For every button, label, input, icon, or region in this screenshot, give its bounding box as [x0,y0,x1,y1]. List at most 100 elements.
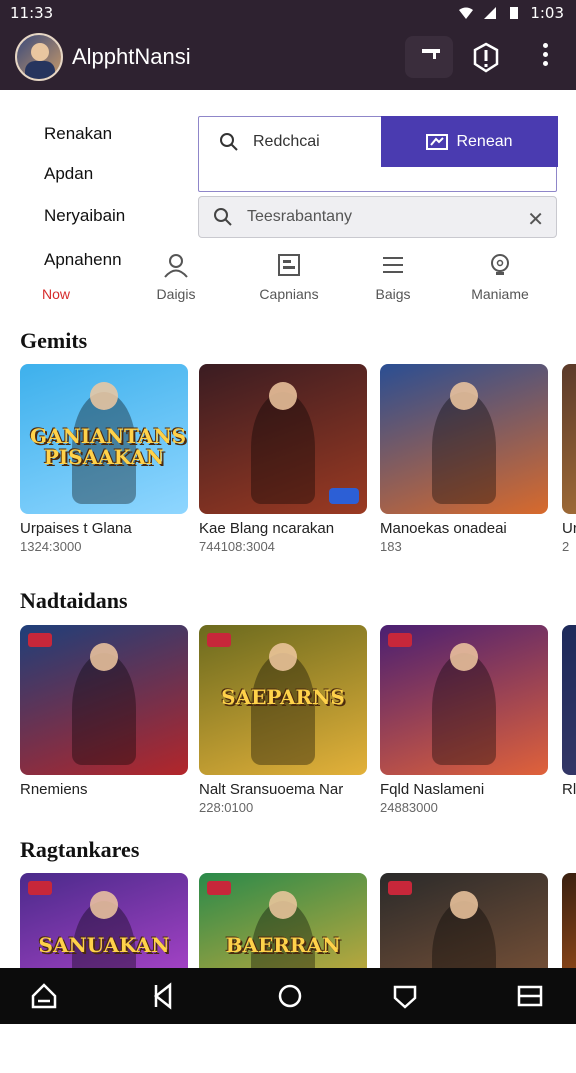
filter-item[interactable]: Renakan [44,124,112,144]
game-title: Ur [562,520,576,537]
character-head [90,382,118,410]
card-icon [278,254,300,276]
filter-item[interactable]: Neryaibain [44,206,125,226]
game-thumbnail: SAEPARNS [199,625,367,775]
game-badge [388,881,412,895]
avatar[interactable] [15,33,63,81]
shield-icon[interactable] [391,982,419,1010]
game-thumbnail [562,625,576,775]
character-head [450,891,478,919]
bulb-icon [491,254,509,275]
clear-icon[interactable]: ✕ [527,207,544,231]
game-badge [28,633,52,647]
game-card[interactable]: Kae Blang ncarakan 744108:3004 [199,364,367,554]
game-row: Rnemiens SAEPARNS Nalt Sransuoema Nar 228:0… [0,625,576,825]
signal-icon [484,7,497,19]
segment-right[interactable]: Renean [381,116,558,167]
alert-icon [473,42,499,73]
game-badge [28,881,52,895]
game-thumbnail [20,625,188,775]
tab-maniame[interactable]: Maniame [450,250,550,310]
game-count: 744108:3004 [199,539,275,554]
game-card[interactable]: GANIANTANS PISAAKAN Urpaises t Glana 1324:… [20,364,188,554]
home-alt-icon[interactable] [30,982,58,1010]
search-input[interactable] [247,208,517,226]
game-title: Nalt Sransuoema Nar [199,781,344,798]
tab-label: Capnians [259,286,319,302]
segment-right-label: Renean [456,132,513,150]
game-count: 228:0100 [199,800,254,815]
section-title: Nadtaidans [20,588,128,613]
game-logo-art: SANUAKAN [38,933,170,957]
game-card[interactable]: Rl [562,625,576,798]
character-head [450,382,478,410]
game-count: 24883000 [380,800,438,815]
recents-icon[interactable] [516,982,544,1010]
game-title: Manoekas onadeai [380,520,507,537]
game-thumbnail [380,625,548,775]
app-bar: AlpphtNansi [0,28,576,90]
game-card[interactable]: Manoekas onadeai 183 [380,364,548,554]
game-card[interactable]: SAEPARNS Nalt Sransuoema Nar 228:0100 [199,625,367,815]
character-head [269,643,297,671]
status-bar: 11:33 1:03 [0,0,576,28]
system-nav-bar [0,968,576,1024]
game-badge [207,633,231,647]
back-icon[interactable] [150,982,178,1010]
app-title: AlpphtNansi [72,44,191,69]
game-card[interactable]: Rnemiens [20,625,188,798]
game-count: 1324:3000 [20,539,82,554]
ticket-icon [426,133,449,150]
character-head [269,382,297,410]
section-title: Ragtankares [20,837,140,862]
wifi-icon [459,7,474,19]
home-icon[interactable] [276,982,304,1010]
tab-label: Baigs [375,286,411,302]
game-thumbnail: GANIANTANS PISAAKAN [20,364,188,514]
tab-label: Now [41,286,70,302]
segment-left[interactable]: Redchcai [199,117,381,167]
tab-now[interactable]: Now [6,250,106,310]
game-title: Rl [562,781,576,798]
cast-button[interactable] [405,36,453,78]
battery-icon [510,7,519,19]
game-badge [207,881,231,895]
character-head [90,891,118,919]
character-head [450,643,478,671]
person-icon [164,254,188,278]
tab-daigis[interactable]: Daigis [126,250,226,310]
game-card[interactable]: Fqld Naslameni 24883000 [380,625,548,815]
more-icon [542,43,548,48]
segment-left-label: Redchcai [253,133,320,150]
tab-label: Daigis [156,286,196,302]
segmented-control: Redchcai Renean [198,116,558,192]
game-title: Fqld Naslameni [380,781,485,798]
tab-capnians[interactable]: Capnians [239,250,339,310]
game-logo-art: SAEPARNS [221,685,345,709]
game-count: 183 [380,539,402,554]
tab-baigs[interactable]: Baigs [343,250,443,310]
section-title: Gemits [20,328,88,353]
game-title: Urpaises t Glana [20,520,132,537]
filter-item[interactable]: Apdan [44,164,93,184]
list-icon [383,257,403,273]
game-logo-art: GANIANTANS PISAAKAN [30,424,187,469]
game-thumbnail [380,364,548,514]
character-head [90,643,118,671]
search-bar: ✕ [198,196,557,238]
game-card[interactable]: Ur 2 [562,364,576,554]
game-badge [329,488,359,504]
alert-button[interactable] [466,38,506,78]
game-title: Rnemiens [20,781,88,798]
game-title: Kae Blang ncarakan [199,520,335,537]
search-icon [220,133,238,151]
cast-icon [422,49,440,59]
character-head [269,891,297,919]
more-menu-button[interactable] [530,40,560,76]
status-time: 11:33 [10,4,54,22]
search-icon [214,208,232,226]
game-badge [388,633,412,647]
game-count: 2 [562,539,570,554]
game-thumbnail [562,364,576,514]
status-icons: 1:03 [458,4,564,22]
